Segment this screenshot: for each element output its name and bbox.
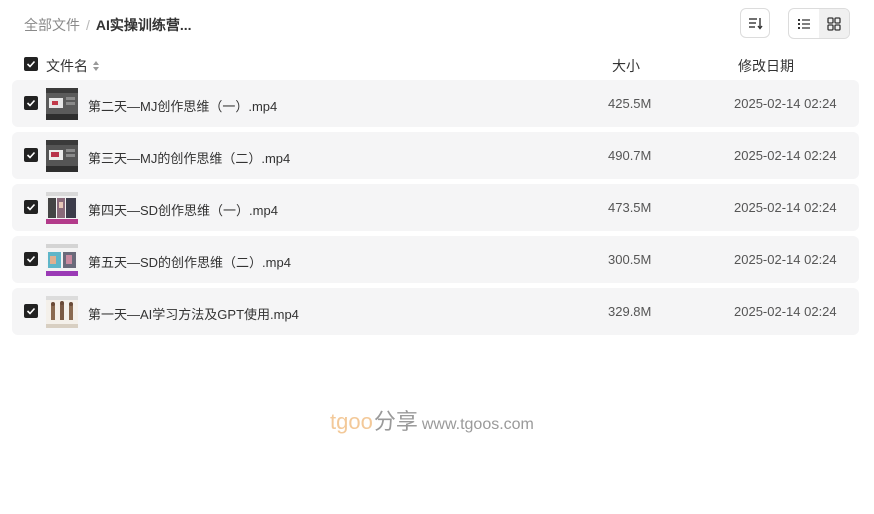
watermark-site: www.tgoos.com	[421, 416, 534, 433]
file-name[interactable]: 第三天—MJ的创作思维（二）.mp4	[88, 148, 290, 167]
file-date: 2025-02-14 02:24	[734, 252, 837, 267]
file-size: 300.5M	[608, 252, 652, 267]
file-date: 2025-02-14 02:24	[734, 304, 837, 319]
breadcrumb-current: AI实操训练营...	[95, 17, 192, 33]
row-checkbox[interactable]	[24, 252, 38, 266]
row-checkbox[interactable]	[24, 200, 38, 214]
file-name[interactable]: 第五天—SD的创作思维（二）.mp4	[88, 252, 291, 271]
check-icon	[26, 203, 36, 211]
file-size: 473.5M	[608, 200, 652, 215]
list-view-icon	[798, 18, 810, 29]
file-date: 2025-02-14 02:24	[734, 200, 837, 215]
check-icon	[26, 255, 36, 263]
grid-view-button[interactable]	[819, 9, 849, 38]
view-toggle	[788, 8, 850, 39]
size-column-header: 大小	[612, 58, 640, 74]
row-checkbox[interactable]	[24, 148, 38, 162]
watermark-brand: tgoo	[330, 409, 373, 434]
sort-button[interactable]	[740, 8, 770, 38]
file-size: 425.5M	[608, 96, 652, 111]
name-column-header[interactable]: 文件名	[46, 56, 100, 76]
watermark: tgoo 分享 www.tgoos.com	[330, 404, 534, 436]
watermark-suffix: 分享	[373, 409, 418, 434]
file-name[interactable]: 第四天—SD创作思维（一）.mp4	[88, 200, 278, 219]
file-size: 329.8M	[608, 304, 652, 319]
file-name[interactable]: 第一天—AI学习方法及GPT使用.mp4	[88, 304, 299, 323]
grid-view-icon	[827, 16, 841, 31]
video-thumbnail	[46, 88, 78, 120]
file-name[interactable]: 第二天—MJ创作思维（一）.mp4	[88, 96, 277, 115]
file-date: 2025-02-14 02:24	[734, 148, 837, 163]
file-row[interactable]: 第一天—AI学习方法及GPT使用.mp4 329.8M 2025-02-14 0…	[12, 288, 859, 335]
breadcrumb-separator: /	[86, 17, 90, 33]
breadcrumb-root-link[interactable]: 全部文件	[24, 15, 80, 35]
file-row[interactable]: 第四天—SD创作思维（一）.mp4 473.5M 2025-02-14 02:2…	[12, 184, 859, 231]
sort-toggle-icon	[93, 61, 99, 71]
breadcrumb: 全部文件 / AI实操训练营...	[24, 15, 192, 35]
table-header: 文件名 大小 修改日期	[0, 52, 874, 76]
check-icon	[26, 151, 36, 159]
file-date: 2025-02-14 02:24	[734, 96, 837, 111]
select-all-checkbox[interactable]	[24, 57, 38, 71]
check-icon	[26, 60, 36, 68]
file-size: 490.7M	[608, 148, 652, 163]
date-column-header: 修改日期	[738, 58, 794, 74]
name-column-label: 文件名	[46, 58, 88, 74]
video-thumbnail	[46, 192, 78, 224]
video-thumbnail	[46, 244, 78, 276]
check-icon	[26, 307, 36, 315]
video-thumbnail	[46, 296, 78, 328]
row-checkbox[interactable]	[24, 304, 38, 318]
row-checkbox[interactable]	[24, 96, 38, 110]
check-icon	[26, 99, 36, 107]
video-thumbnail	[46, 140, 78, 172]
list-view-button[interactable]	[789, 9, 819, 38]
file-row[interactable]: 第五天—SD的创作思维（二）.mp4 300.5M 2025-02-14 02:…	[12, 236, 859, 283]
sort-icon	[749, 18, 763, 30]
file-row[interactable]: 第三天—MJ的创作思维（二）.mp4 490.7M 2025-02-14 02:…	[12, 132, 859, 179]
file-row[interactable]: 第二天—MJ创作思维（一）.mp4 425.5M 2025-02-14 02:2…	[12, 80, 859, 127]
